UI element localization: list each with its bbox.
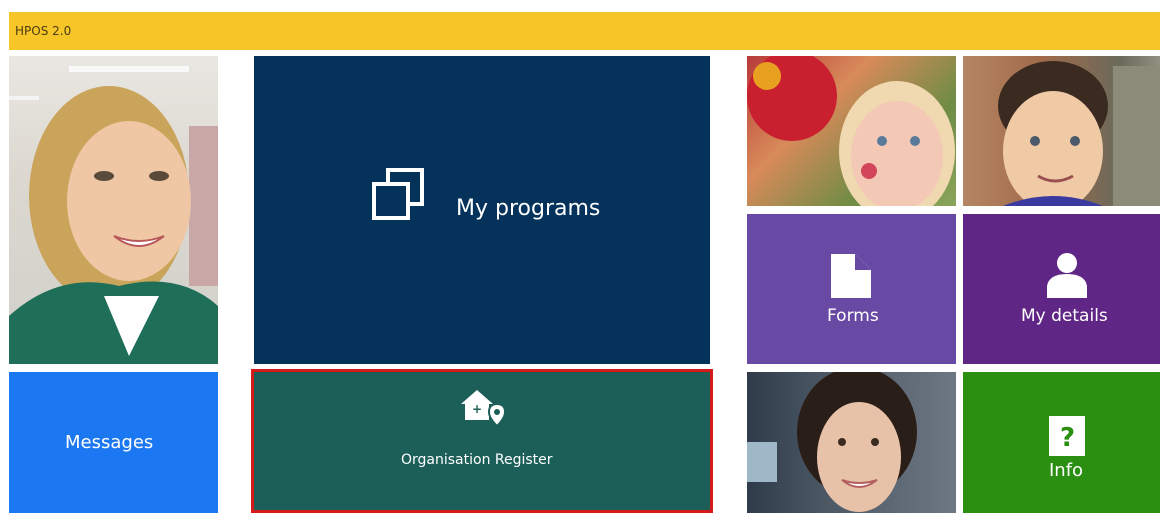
boy-photo <box>998 61 1160 206</box>
info-label: Info <box>1049 460 1084 481</box>
top-bar: HPOS 2.0 <box>9 12 1160 50</box>
my-details-label: My details <box>1021 306 1108 326</box>
forms-tile[interactable]: Forms <box>747 214 956 364</box>
person-icon <box>1047 253 1087 298</box>
messages-tile[interactable]: Messages <box>9 372 218 513</box>
photo-nurse-tile <box>9 56 218 364</box>
home-location-icon: + <box>461 390 507 428</box>
photo-girl-tile <box>747 56 956 206</box>
app-title: HPOS 2.0 <box>15 24 72 38</box>
help-icon: ? <box>1049 416 1085 456</box>
photo-boy-tile <box>963 56 1160 206</box>
messages-label: Messages <box>65 432 154 453</box>
my-programs-tile[interactable]: My programs <box>254 56 710 364</box>
document-icon <box>831 254 871 298</box>
organisation-register-tile[interactable]: + Organisation Register <box>251 369 713 513</box>
forms-label: Forms <box>827 306 879 326</box>
copy-icon <box>372 168 424 220</box>
woman-photo <box>747 372 917 512</box>
my-details-tile[interactable]: My details <box>963 214 1160 364</box>
photo-woman-tile <box>747 372 956 513</box>
girl-photo <box>747 56 955 206</box>
nurse-photo <box>9 66 218 364</box>
organisation-register-label: Organisation Register <box>401 452 553 468</box>
info-tile[interactable]: ? Info <box>963 372 1160 513</box>
my-programs-label: My programs <box>456 196 601 221</box>
svg-text:?: ? <box>1060 423 1075 453</box>
svg-text:+: + <box>472 402 482 416</box>
